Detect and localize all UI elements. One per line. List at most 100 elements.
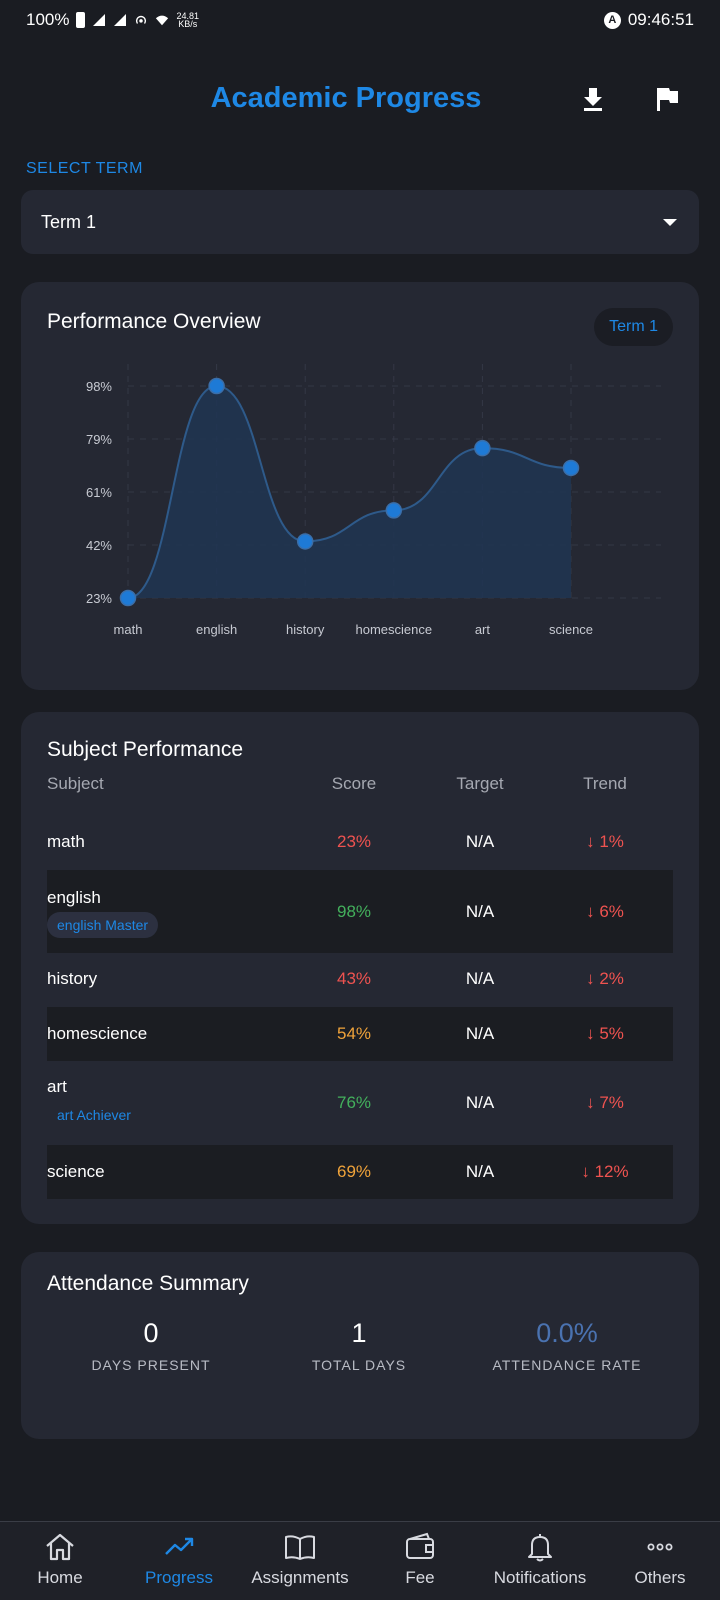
clock: 09:46:51 bbox=[627, 10, 694, 29]
term-select[interactable]: Term 1 bbox=[21, 190, 699, 254]
attendance-summary-card: Attendance Summary 0 DAYS PRESENT 1 TOTA… bbox=[21, 1252, 699, 1439]
col-head-subject: Subject bbox=[47, 774, 104, 793]
net-speed: 24.81 KB/s bbox=[176, 12, 199, 29]
subject-trend: ↓ 12% bbox=[581, 1162, 629, 1181]
data-point bbox=[385, 502, 403, 519]
status-left: 100% 24.81 KB/s bbox=[26, 10, 199, 30]
days-present-value: 0 bbox=[143, 1318, 159, 1348]
data-point bbox=[474, 439, 491, 457]
x-tick-label: math bbox=[114, 622, 143, 637]
hotspot-icon bbox=[136, 15, 147, 24]
bell-icon bbox=[528, 1534, 552, 1562]
y-tick-label: 98% bbox=[86, 379, 112, 394]
performance-chart: 98% 79% 61% 42% 23% math english history homesci… bbox=[86, 364, 661, 637]
home-icon bbox=[46, 1533, 74, 1561]
battery-percent: 100% bbox=[26, 10, 70, 29]
days-present-stat: 0 DAYS PRESENT bbox=[51, 1318, 251, 1373]
col-head-target: Target bbox=[456, 774, 504, 793]
days-present-label: DAYS PRESENT bbox=[91, 1357, 211, 1373]
nav-label: Home bbox=[37, 1568, 83, 1587]
nav-item-progress[interactable]: Progress bbox=[119, 1530, 239, 1588]
subject-name: math bbox=[47, 832, 85, 851]
attendance-rate-label: ATTENDANCE RATE bbox=[492, 1357, 642, 1373]
subject-performance-title: Subject Performance bbox=[47, 738, 244, 761]
subject-target: N/A bbox=[465, 902, 495, 921]
subject-trend: ↓ 5% bbox=[586, 1024, 624, 1043]
x-tick-label: science bbox=[549, 622, 593, 637]
nav-label: Others bbox=[634, 1568, 686, 1587]
x-tick-label: art bbox=[475, 622, 491, 637]
download-button[interactable] bbox=[578, 84, 608, 114]
data-point bbox=[119, 589, 137, 607]
subject-row[interactable]: art art Achiever 76% N/A ↓ 7% bbox=[47, 1061, 673, 1145]
subject-score: 98% bbox=[336, 902, 372, 921]
subject-score: 69% bbox=[336, 1162, 372, 1181]
total-days-label: TOTAL DAYS bbox=[311, 1357, 407, 1373]
y-tick-label: 79% bbox=[86, 432, 112, 447]
performance-overview-card: Performance Overview Term 1 98% 79% 61% 42%… bbox=[21, 282, 699, 690]
header: Academic Progress bbox=[0, 70, 720, 130]
subject-row[interactable]: math 23% N/A ↓ 1% bbox=[47, 816, 673, 870]
nav-item-notifications[interactable]: Notifications bbox=[480, 1530, 600, 1588]
nav-label: Assignments bbox=[251, 1568, 349, 1587]
subject-row[interactable]: english english Master 98% N/A ↓ 6% bbox=[47, 870, 673, 953]
signal-icon-2 bbox=[114, 14, 127, 26]
attendance-rate-stat: 0.0% ATTENDANCE RATE bbox=[467, 1318, 667, 1373]
alert-icon: A bbox=[603, 11, 621, 29]
subject-target: N/A bbox=[465, 1093, 495, 1112]
subject-row[interactable]: homescience 54% N/A ↓ 5% bbox=[47, 1007, 673, 1061]
subject-trend: ↓ 1% bbox=[586, 832, 624, 851]
subject-trend: ↓ 2% bbox=[586, 969, 624, 988]
subject-target: N/A bbox=[465, 969, 495, 988]
subject-target: N/A bbox=[465, 832, 495, 851]
subject-row[interactable]: science 69% N/A ↓ 12% bbox=[47, 1145, 673, 1199]
status-bar: 100% 24.81 KB/s A 09:46:51 bbox=[0, 0, 720, 40]
subject-performance-card: Subject Performance Subject Score Target… bbox=[21, 712, 699, 1224]
book-icon bbox=[285, 1535, 315, 1560]
status-right: A 09:46:51 bbox=[603, 10, 694, 30]
subject-name: english bbox=[47, 888, 101, 907]
total-days-value: 1 bbox=[351, 1318, 367, 1348]
caret-down-icon bbox=[663, 219, 677, 226]
nav-label: Notifications bbox=[493, 1568, 587, 1587]
subject-score: 54% bbox=[336, 1024, 372, 1043]
y-tick-label: 42% bbox=[86, 538, 112, 553]
y-tick-label: 23% bbox=[86, 591, 112, 606]
nav-item-home[interactable]: Home bbox=[0, 1530, 120, 1588]
flag-button[interactable] bbox=[652, 84, 682, 114]
flag-icon bbox=[657, 88, 678, 111]
x-tick-label: english bbox=[196, 622, 237, 637]
achievement-tag: art Achiever bbox=[57, 1107, 131, 1123]
y-tick-label: 61% bbox=[86, 485, 112, 500]
battery-icon bbox=[76, 12, 86, 28]
download-icon bbox=[584, 88, 602, 111]
nav-item-fee[interactable]: Fee bbox=[360, 1530, 480, 1588]
attendance-rate-value: 0.0% bbox=[536, 1318, 598, 1348]
col-head-score: Score bbox=[331, 774, 377, 793]
subject-score: 43% bbox=[336, 969, 372, 988]
subject-name: history bbox=[47, 969, 98, 988]
subject-trend: ↓ 6% bbox=[586, 902, 624, 921]
x-tick-label: homescience bbox=[355, 622, 432, 637]
subject-score: 76% bbox=[336, 1093, 372, 1112]
nav-label: Progress bbox=[144, 1568, 214, 1587]
nav-item-others[interactable]: Others bbox=[600, 1530, 720, 1588]
more-icon bbox=[647, 1543, 673, 1551]
subject-name: art bbox=[47, 1077, 67, 1096]
select-term-label: SELECT TERM bbox=[26, 160, 143, 177]
data-point bbox=[296, 533, 314, 550]
subject-name: homescience bbox=[47, 1024, 148, 1043]
term-select-value: Term 1 bbox=[41, 211, 97, 232]
trending-up-icon bbox=[165, 1537, 194, 1555]
signal-icon bbox=[93, 14, 106, 26]
nav-item-assignments[interactable]: Assignments bbox=[240, 1530, 360, 1588]
subject-name: science bbox=[47, 1162, 105, 1181]
achievement-tag: english Master bbox=[47, 912, 159, 938]
total-days-stat: 1 TOTAL DAYS bbox=[259, 1318, 459, 1373]
net-speed-unit: KB/s bbox=[178, 19, 198, 29]
nav-label: Fee bbox=[405, 1568, 435, 1587]
wallet-icon bbox=[406, 1532, 434, 1559]
x-tick-label: history bbox=[286, 622, 325, 637]
data-point bbox=[562, 459, 580, 477]
subject-row[interactable]: history 43% N/A ↓ 2% bbox=[47, 953, 673, 1007]
